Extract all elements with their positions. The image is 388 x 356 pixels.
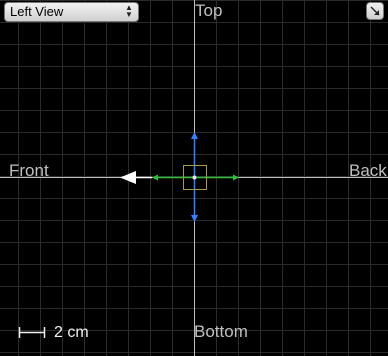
scale-bar-icon <box>18 327 46 338</box>
back-label: Back <box>349 161 387 180</box>
viewport-overlay <box>0 0 388 356</box>
front-label: Front <box>9 161 49 180</box>
updown-arrows-icon: ▲ ▼ <box>125 3 133 19</box>
maximize-button[interactable] <box>366 2 384 20</box>
bottom-label: Bottom <box>194 322 248 341</box>
view-select-value: Left View <box>10 4 64 19</box>
front-direction-arrow[interactable] <box>120 171 152 184</box>
left-view-viewport[interactable]: Left View ▲ ▼ Top Bottom Front Back 2 cm <box>0 0 388 356</box>
maximize-icon <box>370 6 380 16</box>
pivot-point[interactable] <box>192 175 197 180</box>
top-label: Top <box>195 1 223 20</box>
view-select-dropdown[interactable]: Left View ▲ ▼ <box>4 2 139 22</box>
scale-label: 2 cm <box>54 324 89 341</box>
